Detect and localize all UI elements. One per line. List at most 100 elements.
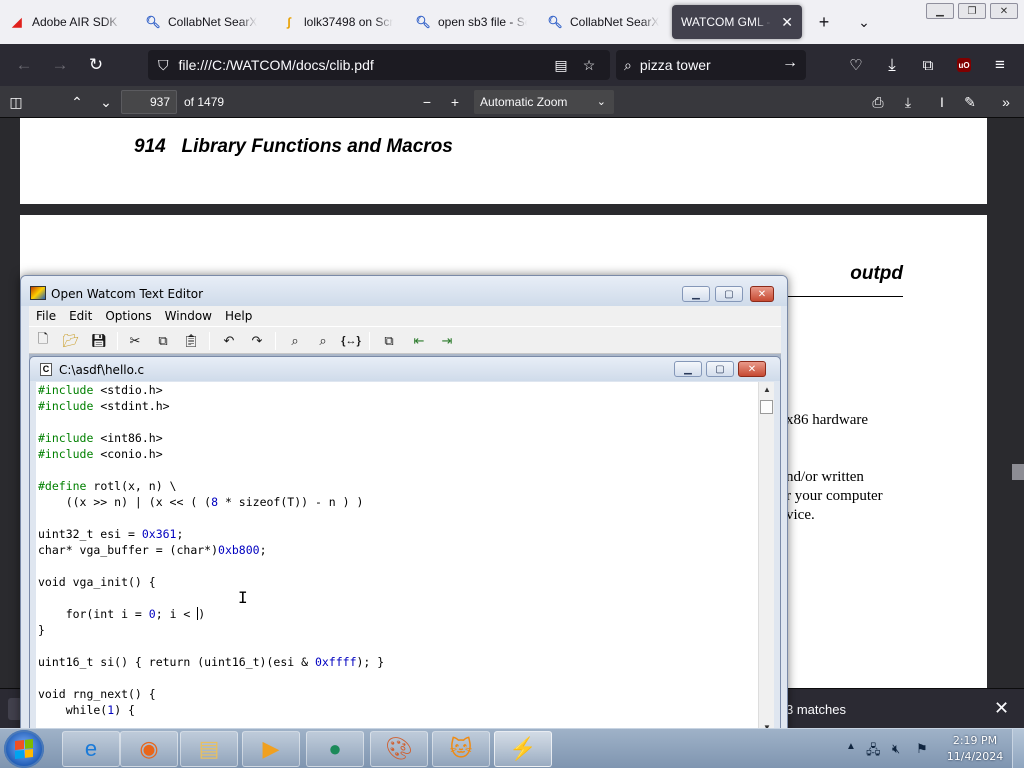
- document-title-bar[interactable]: C C:\asdf\hello.c ▁ ▢ ✕: [30, 357, 780, 381]
- code-line[interactable]: #define rotl(x, n) \: [36, 478, 758, 494]
- code-line[interactable]: [36, 670, 758, 686]
- previous-page-icon[interactable]: ⌃: [65, 90, 89, 114]
- code-editor[interactable]: #include <stdio.h> #include <stdint.h> #in…: [36, 382, 758, 734]
- find-next-icon[interactable]: ⌕: [313, 331, 333, 351]
- internet-explorer-icon[interactable]: e: [62, 731, 120, 767]
- address-bar[interactable]: ⛉ file:///C:/WATCOM/docs/clib.pdf ▤ ☆: [148, 50, 610, 80]
- undo-icon[interactable]: ↶: [219, 331, 239, 351]
- zoom-select[interactable]: Automatic Zoom ⌄: [474, 90, 614, 114]
- next-file-icon[interactable]: ⇥: [437, 331, 457, 351]
- browser-tab-2[interactable]: 🔍︎ CollabNet SearX: [136, 5, 266, 39]
- document-minimize-icon[interactable]: ▁: [674, 361, 702, 377]
- media-player-icon[interactable]: ▶: [242, 731, 300, 767]
- new-tab-icon[interactable]: +: [810, 8, 838, 36]
- code-line[interactable]: [36, 558, 758, 574]
- code-scrollbar-thumb[interactable]: [760, 400, 773, 414]
- code-line[interactable]: #include <stdint.h>: [36, 398, 758, 414]
- code-line[interactable]: ((x >> n) | (x << ( (8 * sizeof(T)) - n …: [36, 494, 758, 510]
- app-icon[interactable]: ●: [306, 731, 364, 767]
- code-line[interactable]: char* vga_buffer = (char*)0xb800;: [36, 542, 758, 558]
- editor-close-icon[interactable]: ✕: [750, 286, 774, 302]
- system-clock[interactable]: 2:19 PM 11/4/2024: [940, 733, 1010, 765]
- back-arrow-icon[interactable]: ←: [10, 51, 38, 79]
- new-file-icon[interactable]: 🗋︎: [33, 331, 53, 351]
- code-line[interactable]: #include <conio.h>: [36, 446, 758, 462]
- restore-window-icon[interactable]: ❐: [958, 3, 986, 19]
- paste-icon[interactable]: 📋︎: [181, 331, 201, 351]
- find-icon[interactable]: ⌕: [285, 331, 305, 351]
- code-line[interactable]: [36, 414, 758, 430]
- code-line[interactable]: void vga_init() {: [36, 574, 758, 590]
- close-window-icon[interactable]: ✕: [990, 3, 1018, 19]
- start-button[interactable]: [4, 730, 44, 768]
- save-icon[interactable]: 💾︎: [89, 331, 109, 351]
- document-close-icon[interactable]: ✕: [738, 361, 766, 377]
- draw-pen-icon[interactable]: ✎: [958, 90, 982, 114]
- hamburger-menu-icon[interactable]: ≡: [986, 51, 1014, 79]
- toggle-sidebar-icon[interactable]: ◫: [4, 90, 28, 114]
- next-page-icon[interactable]: ⌄: [94, 90, 118, 114]
- downloads-icon[interactable]: ⤓: [878, 51, 906, 79]
- redo-icon[interactable]: ↷: [247, 331, 267, 351]
- file-explorer-icon[interactable]: ▤: [180, 731, 238, 767]
- menu-edit[interactable]: Edit: [69, 309, 92, 323]
- search-bar[interactable]: ⌕ pizza tower →: [616, 50, 806, 80]
- document-maximize-icon[interactable]: ▢: [706, 361, 734, 377]
- pocket-icon[interactable]: ♡: [842, 51, 870, 79]
- code-line[interactable]: uint16_t si() { return (uint16_t)(esi & …: [36, 654, 758, 670]
- menu-window[interactable]: Window: [165, 309, 212, 323]
- menu-options[interactable]: Options: [105, 309, 151, 323]
- zoom-in-icon[interactable]: +: [443, 90, 467, 114]
- file-list-icon[interactable]: ⧉: [379, 331, 399, 351]
- text-tool-icon[interactable]: I: [930, 90, 954, 114]
- close-tab-icon[interactable]: ✕: [781, 14, 793, 31]
- editor-maximize-icon[interactable]: ▢: [715, 286, 743, 302]
- scratch-icon[interactable]: 🐱︎: [432, 731, 490, 767]
- save-pdf-icon[interactable]: ⤓: [896, 90, 920, 114]
- zoom-out-icon[interactable]: −: [415, 90, 439, 114]
- code-line[interactable]: #include <stdio.h>: [36, 382, 758, 398]
- list-tabs-chevron-icon[interactable]: ⌄: [850, 8, 878, 36]
- action-center-flag-icon[interactable]: ⚑: [916, 741, 928, 757]
- browser-tab-5[interactable]: 🔍︎ CollabNet SearX: [538, 5, 668, 39]
- watcom-icon[interactable]: ⚡: [494, 731, 552, 767]
- show-desktop-button[interactable]: [1012, 729, 1024, 768]
- code-line[interactable]: uint32_t esi = 0x361;: [36, 526, 758, 542]
- scroll-up-icon[interactable]: ▲: [759, 382, 775, 398]
- url-text[interactable]: file:///C:/WATCOM/docs/clib.pdf: [179, 57, 374, 73]
- close-findbar-icon[interactable]: ✕: [994, 698, 1009, 719]
- search-input[interactable]: pizza tower: [640, 57, 711, 73]
- reload-icon[interactable]: ↻: [82, 51, 110, 79]
- prev-file-icon[interactable]: ⇤: [409, 331, 429, 351]
- ublock-origin-icon[interactable]: uO: [950, 51, 978, 79]
- browser-tab-1[interactable]: ◢ Adobe AIR SDK f: [0, 5, 130, 39]
- search-go-arrow-icon[interactable]: →: [782, 54, 798, 72]
- extensions-icon[interactable]: ⧉: [914, 51, 942, 79]
- pdf-scrollbar[interactable]: [1010, 118, 1024, 688]
- code-line[interactable]: for(int i = 0; i < ): [36, 606, 758, 622]
- code-line[interactable]: void rng_next() {: [36, 686, 758, 702]
- bookmark-star-icon[interactable]: ☆: [578, 54, 600, 76]
- menu-help[interactable]: Help: [225, 309, 252, 323]
- tracking-shield-icon[interactable]: ⛉: [158, 57, 169, 74]
- print-icon[interactable]: ⎙: [866, 90, 890, 114]
- tray-expand-icon[interactable]: ▲: [846, 741, 856, 752]
- reader-view-icon[interactable]: ▤: [550, 54, 572, 76]
- volume-muted-icon[interactable]: 🔇︎: [892, 741, 900, 757]
- open-folder-icon[interactable]: 📂︎: [61, 331, 81, 351]
- editor-title-bar[interactable]: Open Watcom Text Editor ▁ ▢ ✕: [21, 276, 787, 306]
- browser-tab-3[interactable]: ∫ lolk37498 on Scr: [272, 5, 402, 39]
- menu-file[interactable]: File: [36, 309, 56, 323]
- code-line[interactable]: [36, 510, 758, 526]
- browser-tab-active[interactable]: WATCOM GML - c ✕: [672, 5, 802, 39]
- pdf-scrollbar-thumb[interactable]: [1012, 464, 1024, 480]
- forward-arrow-icon[interactable]: →: [46, 51, 74, 79]
- code-line[interactable]: [36, 590, 758, 606]
- cut-icon[interactable]: ✂: [125, 331, 145, 351]
- browser-tab-4[interactable]: 🔍︎ open sb3 file - Se: [406, 5, 536, 39]
- code-line[interactable]: #include <int86.h>: [36, 430, 758, 446]
- code-line[interactable]: while(1) {: [36, 702, 758, 718]
- tools-chevron-icon[interactable]: »: [994, 90, 1018, 114]
- copy-icon[interactable]: ⧉: [153, 331, 173, 351]
- paint-icon[interactable]: 🎨︎: [370, 731, 428, 767]
